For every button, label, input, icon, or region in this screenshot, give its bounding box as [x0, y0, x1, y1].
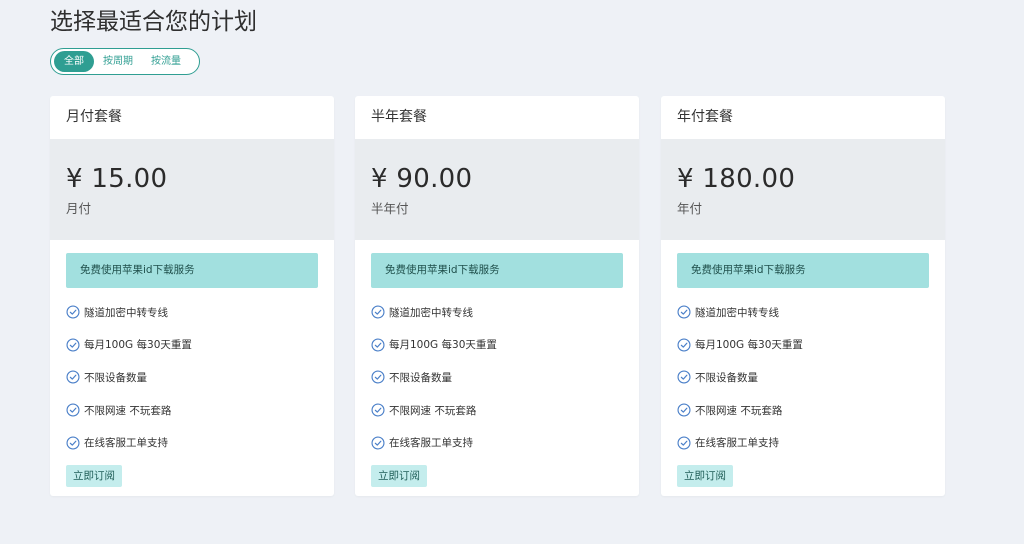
plan-price: ¥ 15.00 — [66, 164, 168, 194]
feature-label: 不限网速 不玩套路 — [389, 404, 477, 417]
feature-label: 每月100G 每30天重置 — [695, 339, 803, 352]
feature-item: 隧道加密中转专线 — [677, 296, 929, 329]
plan-highlight-banner: 免费使用苹果id下载服务 — [66, 253, 318, 288]
feature-label: 不限网速 不玩套路 — [84, 404, 172, 417]
plan-name: 月付套餐 — [66, 109, 122, 125]
feature-list: 隧道加密中转专线 每月100G 每30天重置 不限设备数量 不限网速 不玩套路 … — [66, 296, 318, 459]
check-circle-icon — [677, 403, 691, 417]
filter-by-traffic-button[interactable]: 按流量 — [142, 51, 190, 72]
plan-highlight-banner: 免费使用苹果id下载服务 — [371, 253, 623, 288]
feature-item: 每月100G 每30天重置 — [371, 329, 623, 362]
check-circle-icon — [677, 370, 691, 385]
check-circle-icon — [66, 338, 80, 352]
feature-item: 不限设备数量 — [677, 361, 929, 394]
feature-item: 不限网速 不玩套路 — [66, 394, 318, 427]
feature-label: 在线客服工单支持 — [389, 437, 473, 450]
check-circle-icon — [66, 370, 80, 385]
plan-filter-group: 全部 按周期 按流量 — [50, 48, 200, 75]
subscribe-button[interactable]: 立即订阅 — [371, 464, 427, 487]
subscribe-button[interactable]: 立即订阅 — [677, 464, 733, 487]
feature-item: 不限设备数量 — [66, 361, 318, 394]
feature-label: 隧道加密中转专线 — [84, 306, 168, 319]
plan-name: 年付套餐 — [677, 109, 733, 125]
feature-item: 在线客服工单支持 — [677, 426, 929, 459]
plan-body: 免费使用苹果id下载服务 隧道加密中转专线 每月100G 每30天重置 不限设备… — [355, 240, 639, 487]
filter-all-button[interactable]: 全部 — [54, 51, 94, 72]
plan-price-area: ¥ 90.00 半年付 — [355, 139, 639, 240]
plan-period: 月付 — [66, 201, 92, 216]
plan-period: 半年付 — [371, 201, 409, 216]
feature-item: 每月100G 每30天重置 — [66, 329, 318, 362]
feature-label: 每月100G 每30天重置 — [84, 339, 192, 352]
check-circle-icon — [66, 305, 80, 319]
feature-item: 不限网速 不玩套路 — [677, 394, 929, 427]
feature-list: 隧道加密中转专线 每月100G 每30天重置 不限设备数量 不限网速 不玩套路 … — [371, 296, 623, 459]
check-circle-icon — [371, 338, 385, 352]
feature-label: 在线客服工单支持 — [695, 437, 779, 450]
check-circle-icon — [371, 305, 385, 319]
feature-label: 在线客服工单支持 — [84, 437, 168, 450]
feature-item: 在线客服工单支持 — [371, 426, 623, 459]
feature-label: 不限设备数量 — [389, 371, 452, 384]
feature-label: 不限设备数量 — [695, 371, 758, 384]
check-circle-icon — [677, 338, 691, 352]
page-title: 选择最适合您的计划 — [50, 9, 257, 35]
feature-label: 隧道加密中转专线 — [695, 306, 779, 319]
plan-card-yearly: 年付套餐 ¥ 180.00 年付 免费使用苹果id下载服务 隧道加密中转专线 每… — [661, 96, 945, 496]
check-circle-icon — [677, 305, 691, 319]
plan-card-monthly: 月付套餐 ¥ 15.00 月付 免费使用苹果id下载服务 隧道加密中转专线 每月… — [50, 96, 334, 496]
feature-label: 不限网速 不玩套路 — [695, 404, 783, 417]
feature-item: 不限网速 不玩套路 — [371, 394, 623, 427]
feature-item: 在线客服工单支持 — [66, 426, 318, 459]
feature-label: 隧道加密中转专线 — [389, 306, 473, 319]
feature-item: 隧道加密中转专线 — [371, 296, 623, 329]
feature-label: 不限设备数量 — [84, 371, 147, 384]
plan-body: 免费使用苹果id下载服务 隧道加密中转专线 每月100G 每30天重置 不限设备… — [661, 240, 945, 487]
check-circle-icon — [66, 403, 80, 417]
feature-list: 隧道加密中转专线 每月100G 每30天重置 不限设备数量 不限网速 不玩套路 … — [677, 296, 929, 459]
check-circle-icon — [66, 436, 80, 450]
feature-item: 隧道加密中转专线 — [66, 296, 318, 329]
check-circle-icon — [371, 403, 385, 417]
check-circle-icon — [677, 436, 691, 450]
subscribe-button[interactable]: 立即订阅 — [66, 464, 122, 487]
feature-item: 每月100G 每30天重置 — [677, 329, 929, 362]
plan-body: 免费使用苹果id下载服务 隧道加密中转专线 每月100G 每30天重置 不限设备… — [50, 240, 334, 487]
plan-card-half-year: 半年套餐 ¥ 90.00 半年付 免费使用苹果id下载服务 隧道加密中转专线 每… — [355, 96, 639, 496]
plan-price: ¥ 90.00 — [371, 164, 473, 194]
filter-by-period-button[interactable]: 按周期 — [94, 51, 142, 72]
plan-price-area: ¥ 180.00 年付 — [661, 139, 945, 240]
feature-item: 不限设备数量 — [371, 361, 623, 394]
feature-label: 每月100G 每30天重置 — [389, 339, 497, 352]
plan-price-area: ¥ 15.00 月付 — [50, 139, 334, 240]
check-circle-icon — [371, 370, 385, 385]
check-circle-icon — [371, 436, 385, 450]
plan-period: 年付 — [677, 201, 703, 216]
plan-name: 半年套餐 — [371, 109, 427, 125]
plan-highlight-banner: 免费使用苹果id下载服务 — [677, 253, 929, 288]
plan-price: ¥ 180.00 — [677, 164, 796, 194]
